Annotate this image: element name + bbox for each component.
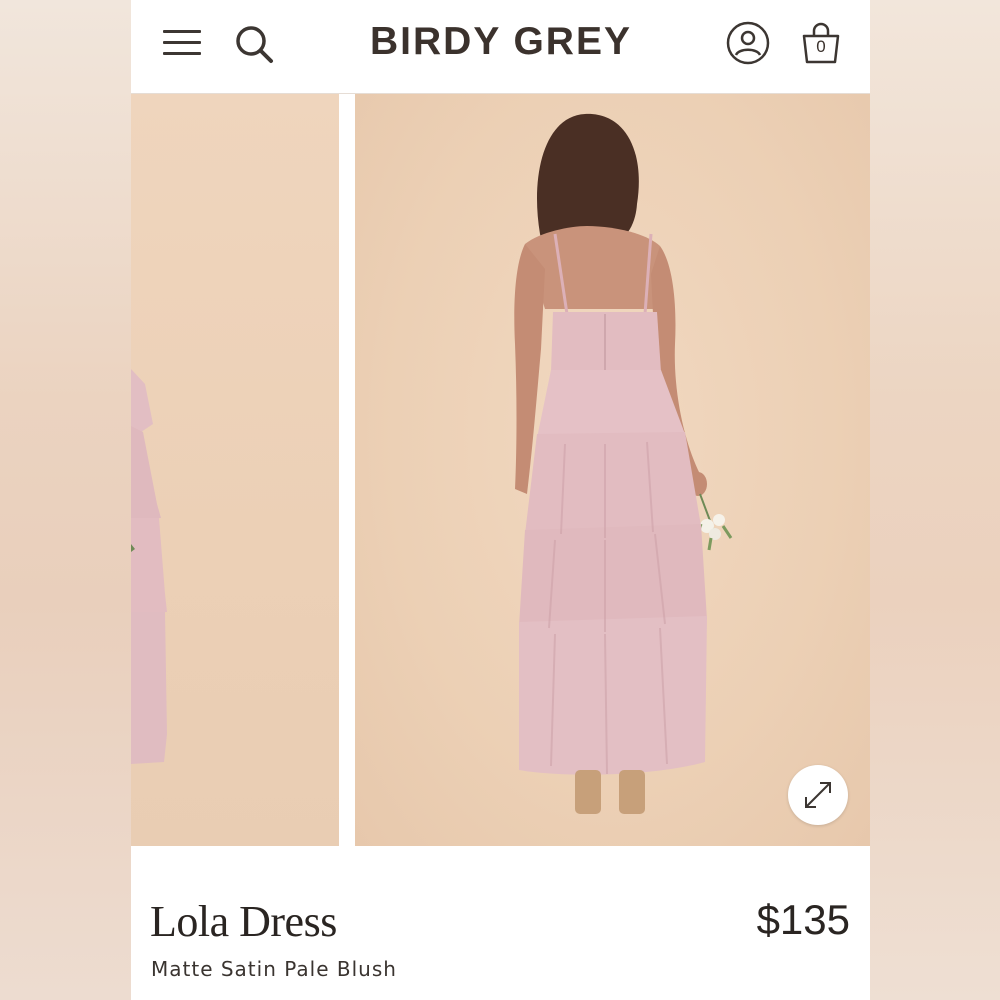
site-header: BIRDY GREY 0 xyxy=(131,0,870,94)
background-blur-right xyxy=(870,0,1000,1000)
product-variant: Matte Satin Pale Blush xyxy=(151,957,397,981)
product-image-side[interactable] xyxy=(131,94,339,846)
expand-arrows-icon xyxy=(805,782,831,808)
product-image-back[interactable] xyxy=(355,94,870,846)
phone-screen: BIRDY GREY 0 Lola Dress $135 Matte Satin… xyxy=(131,0,870,1000)
product-price: $135 xyxy=(756,896,850,943)
product-info: Lola Dress $135 Matte Satin Pale Blush xyxy=(131,846,870,1000)
account-icon[interactable] xyxy=(725,20,771,66)
product-image-gallery[interactable] xyxy=(131,94,870,846)
shopping-bag-icon[interactable]: 0 xyxy=(799,20,843,66)
brand-logo[interactable]: BIRDY GREY xyxy=(331,20,671,64)
background-blur-left xyxy=(0,0,131,1000)
expand-image-button[interactable] xyxy=(788,765,848,825)
product-name: Lola Dress xyxy=(150,897,337,946)
search-icon[interactable] xyxy=(232,22,276,66)
hamburger-menu-icon[interactable] xyxy=(163,28,201,58)
cart-count-badge: 0 xyxy=(816,37,826,56)
